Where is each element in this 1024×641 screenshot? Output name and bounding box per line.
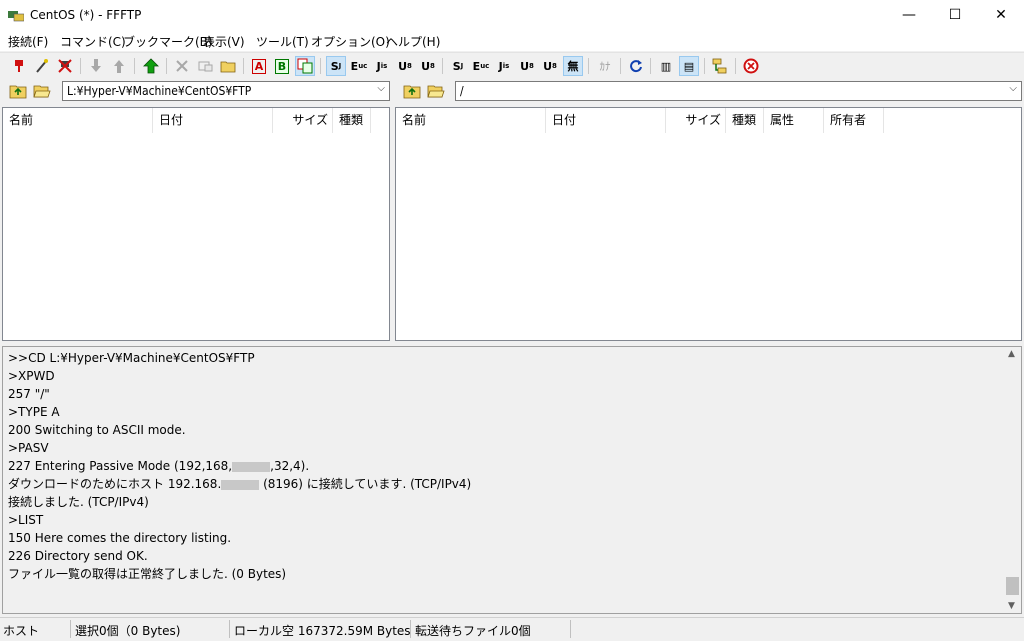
status-bar: ホスト 選択0個（0 Bytes) ローカル空 167372.59M Bytes… bbox=[0, 617, 1024, 641]
remote-sjis-button[interactable]: SJ bbox=[448, 56, 468, 76]
scroll-thumb[interactable] bbox=[1006, 577, 1019, 595]
binary-mode-button[interactable]: B bbox=[272, 56, 292, 76]
remote-parent-folder-icon[interactable] bbox=[403, 83, 423, 101]
connect-icon[interactable] bbox=[9, 56, 29, 76]
local-col-size[interactable]: サイズ bbox=[273, 108, 333, 133]
remote-open-folder-icon[interactable] bbox=[427, 83, 447, 101]
window-title: CentOS (*) - FFFTP bbox=[30, 8, 142, 22]
remote-path-value: / bbox=[460, 84, 464, 98]
remote-col-attr[interactable]: 属性 bbox=[764, 108, 824, 133]
menu-command[interactable]: コマンド(C) bbox=[60, 33, 126, 50]
remote-col-owner[interactable]: 所有者 bbox=[824, 108, 884, 133]
log-line: 226 Directory send OK. bbox=[8, 549, 148, 563]
mirror-upload-icon[interactable] bbox=[141, 56, 161, 76]
remote-col-size[interactable]: サイズ bbox=[666, 108, 726, 133]
log-line: >>CD L:¥Hyper-V¥Machine¥CentOS¥FTP bbox=[8, 351, 255, 365]
rename-icon[interactable] bbox=[195, 56, 215, 76]
quick-connect-icon[interactable] bbox=[32, 56, 52, 76]
local-col-date[interactable]: 日付 bbox=[153, 108, 273, 133]
log-line: >TYPE A bbox=[8, 405, 60, 419]
log-line: >PASV bbox=[8, 441, 49, 455]
log-panel[interactable]: >>CD L:¥Hyper-V¥Machine¥CentOS¥FTP >XPWD… bbox=[2, 346, 1022, 614]
menu-tools[interactable]: ツール(T) bbox=[256, 33, 309, 50]
title-bar: CentOS (*) - FFFTP — ☐ ✕ bbox=[0, 0, 1024, 31]
menu-view[interactable]: 表示(V) bbox=[203, 33, 245, 50]
local-col-type[interactable]: 種類 bbox=[333, 108, 371, 133]
local-path-value: L:¥Hyper-V¥Machine¥CentOS¥FTP bbox=[67, 84, 252, 98]
status-local-free: ローカル空 167372.59M Bytes bbox=[234, 624, 411, 638]
chevron-down-icon[interactable]: ⌵ bbox=[377, 83, 385, 94]
euc-kanji-button[interactable]: Euc bbox=[349, 56, 369, 76]
delete-icon[interactable] bbox=[172, 56, 192, 76]
local-open-folder-icon[interactable] bbox=[33, 83, 53, 101]
remote-file-list[interactable]: 名前 日付 サイズ 種類 属性 所有者 bbox=[395, 107, 1022, 341]
remote-path-bar: / ⌵ bbox=[395, 80, 1024, 104]
menu-help[interactable]: ヘルプ(H) bbox=[386, 33, 440, 50]
remote-euc-button[interactable]: Euc bbox=[471, 56, 491, 76]
status-queue: 転送待ちファイル0個 bbox=[415, 624, 531, 638]
log-scrollbar[interactable]: ▲ ▼ bbox=[1004, 347, 1021, 613]
log-line: 150 Here comes the directory listing. bbox=[8, 531, 232, 545]
auto-mode-button[interactable] bbox=[295, 56, 315, 76]
kana-conversion-button[interactable]: ｶﾅ bbox=[595, 56, 615, 76]
menu-bar: 接続(F) コマンド(C) ブックマーク(B) 表示(V) ツール(T) オプシ… bbox=[0, 31, 1024, 51]
status-selection: 選択0個（0 Bytes) bbox=[75, 624, 181, 638]
disconnect-icon[interactable] bbox=[55, 56, 75, 76]
menu-options[interactable]: オプション(O) bbox=[311, 33, 390, 50]
menu-bookmark[interactable]: ブックマーク(B) bbox=[123, 33, 213, 50]
remote-col-name[interactable]: 名前 bbox=[396, 108, 546, 133]
log-line: 257 "/" bbox=[8, 387, 50, 401]
menu-connect[interactable]: 接続(F) bbox=[8, 33, 48, 50]
redacted-ip bbox=[221, 479, 260, 490]
log-line: 接続しました. (TCP/IPv4) bbox=[8, 495, 149, 509]
scroll-up-icon[interactable]: ▲ bbox=[1008, 349, 1015, 359]
log-line: ファイル一覧の取得は正常終了しました. (0 Bytes) bbox=[8, 567, 287, 581]
chevron-down-icon[interactable]: ⌵ bbox=[1009, 83, 1017, 94]
remote-col-date[interactable]: 日付 bbox=[546, 108, 666, 133]
local-file-list[interactable]: 名前 日付 サイズ 種類 bbox=[2, 107, 390, 341]
local-parent-folder-icon[interactable] bbox=[9, 83, 29, 101]
new-folder-icon[interactable] bbox=[218, 56, 238, 76]
list-view-button[interactable]: ▥ bbox=[656, 56, 676, 76]
local-path-combo[interactable]: L:¥Hyper-V¥Machine¥CentOS¥FTP ⌵ bbox=[62, 81, 390, 101]
local-col-name[interactable]: 名前 bbox=[3, 108, 153, 133]
remote-path-combo[interactable]: / ⌵ bbox=[455, 81, 1022, 101]
jis-kanji-button[interactable]: Jis bbox=[372, 56, 392, 76]
redacted-ip bbox=[232, 461, 271, 472]
sync-folders-icon[interactable] bbox=[710, 56, 730, 76]
close-button[interactable]: ✕ bbox=[978, 0, 1024, 31]
maximize-button[interactable]: ☐ bbox=[932, 0, 978, 31]
log-line: 227 Entering Passive Mode (192,168, ,32,4… bbox=[8, 459, 310, 473]
local-path-bar: L:¥Hyper-V¥Machine¥CentOS¥FTP ⌵ bbox=[0, 80, 392, 104]
upload-arrow-icon[interactable] bbox=[109, 56, 129, 76]
remote-jis-button[interactable]: Jis bbox=[494, 56, 514, 76]
scroll-down-icon[interactable]: ▼ bbox=[1008, 601, 1015, 611]
minimize-button[interactable]: — bbox=[886, 0, 932, 31]
log-line: >LIST bbox=[8, 513, 44, 527]
download-arrow-icon[interactable] bbox=[86, 56, 106, 76]
log-line: ダウンロードのためにホスト 192.168. (8196) に接続しています. … bbox=[8, 477, 472, 491]
remote-utf8-button[interactable]: U8 bbox=[517, 56, 537, 76]
log-line: >XPWD bbox=[8, 369, 55, 383]
remote-col-type[interactable]: 種類 bbox=[726, 108, 764, 133]
status-host: ホスト bbox=[3, 624, 40, 638]
stop-icon[interactable] bbox=[741, 56, 761, 76]
utf8n-kanji-button[interactable]: U8 bbox=[418, 56, 438, 76]
refresh-icon[interactable] bbox=[626, 56, 646, 76]
ascii-mode-button[interactable]: A bbox=[249, 56, 269, 76]
remote-utf8n-button[interactable]: U8 bbox=[540, 56, 560, 76]
app-icon bbox=[8, 11, 24, 22]
no-conversion-button[interactable]: 無 bbox=[563, 56, 583, 76]
log-line: 200 Switching to ASCII mode. bbox=[8, 423, 186, 437]
utf8-kanji-button[interactable]: U8 bbox=[395, 56, 415, 76]
details-view-button[interactable]: ▤ bbox=[679, 56, 699, 76]
sjis-kanji-button[interactable]: SJ bbox=[326, 56, 346, 76]
toolbar: A B SJ Euc Jis U8 U8 SJ Euc Jis U8 U8 無 … bbox=[0, 52, 1024, 79]
